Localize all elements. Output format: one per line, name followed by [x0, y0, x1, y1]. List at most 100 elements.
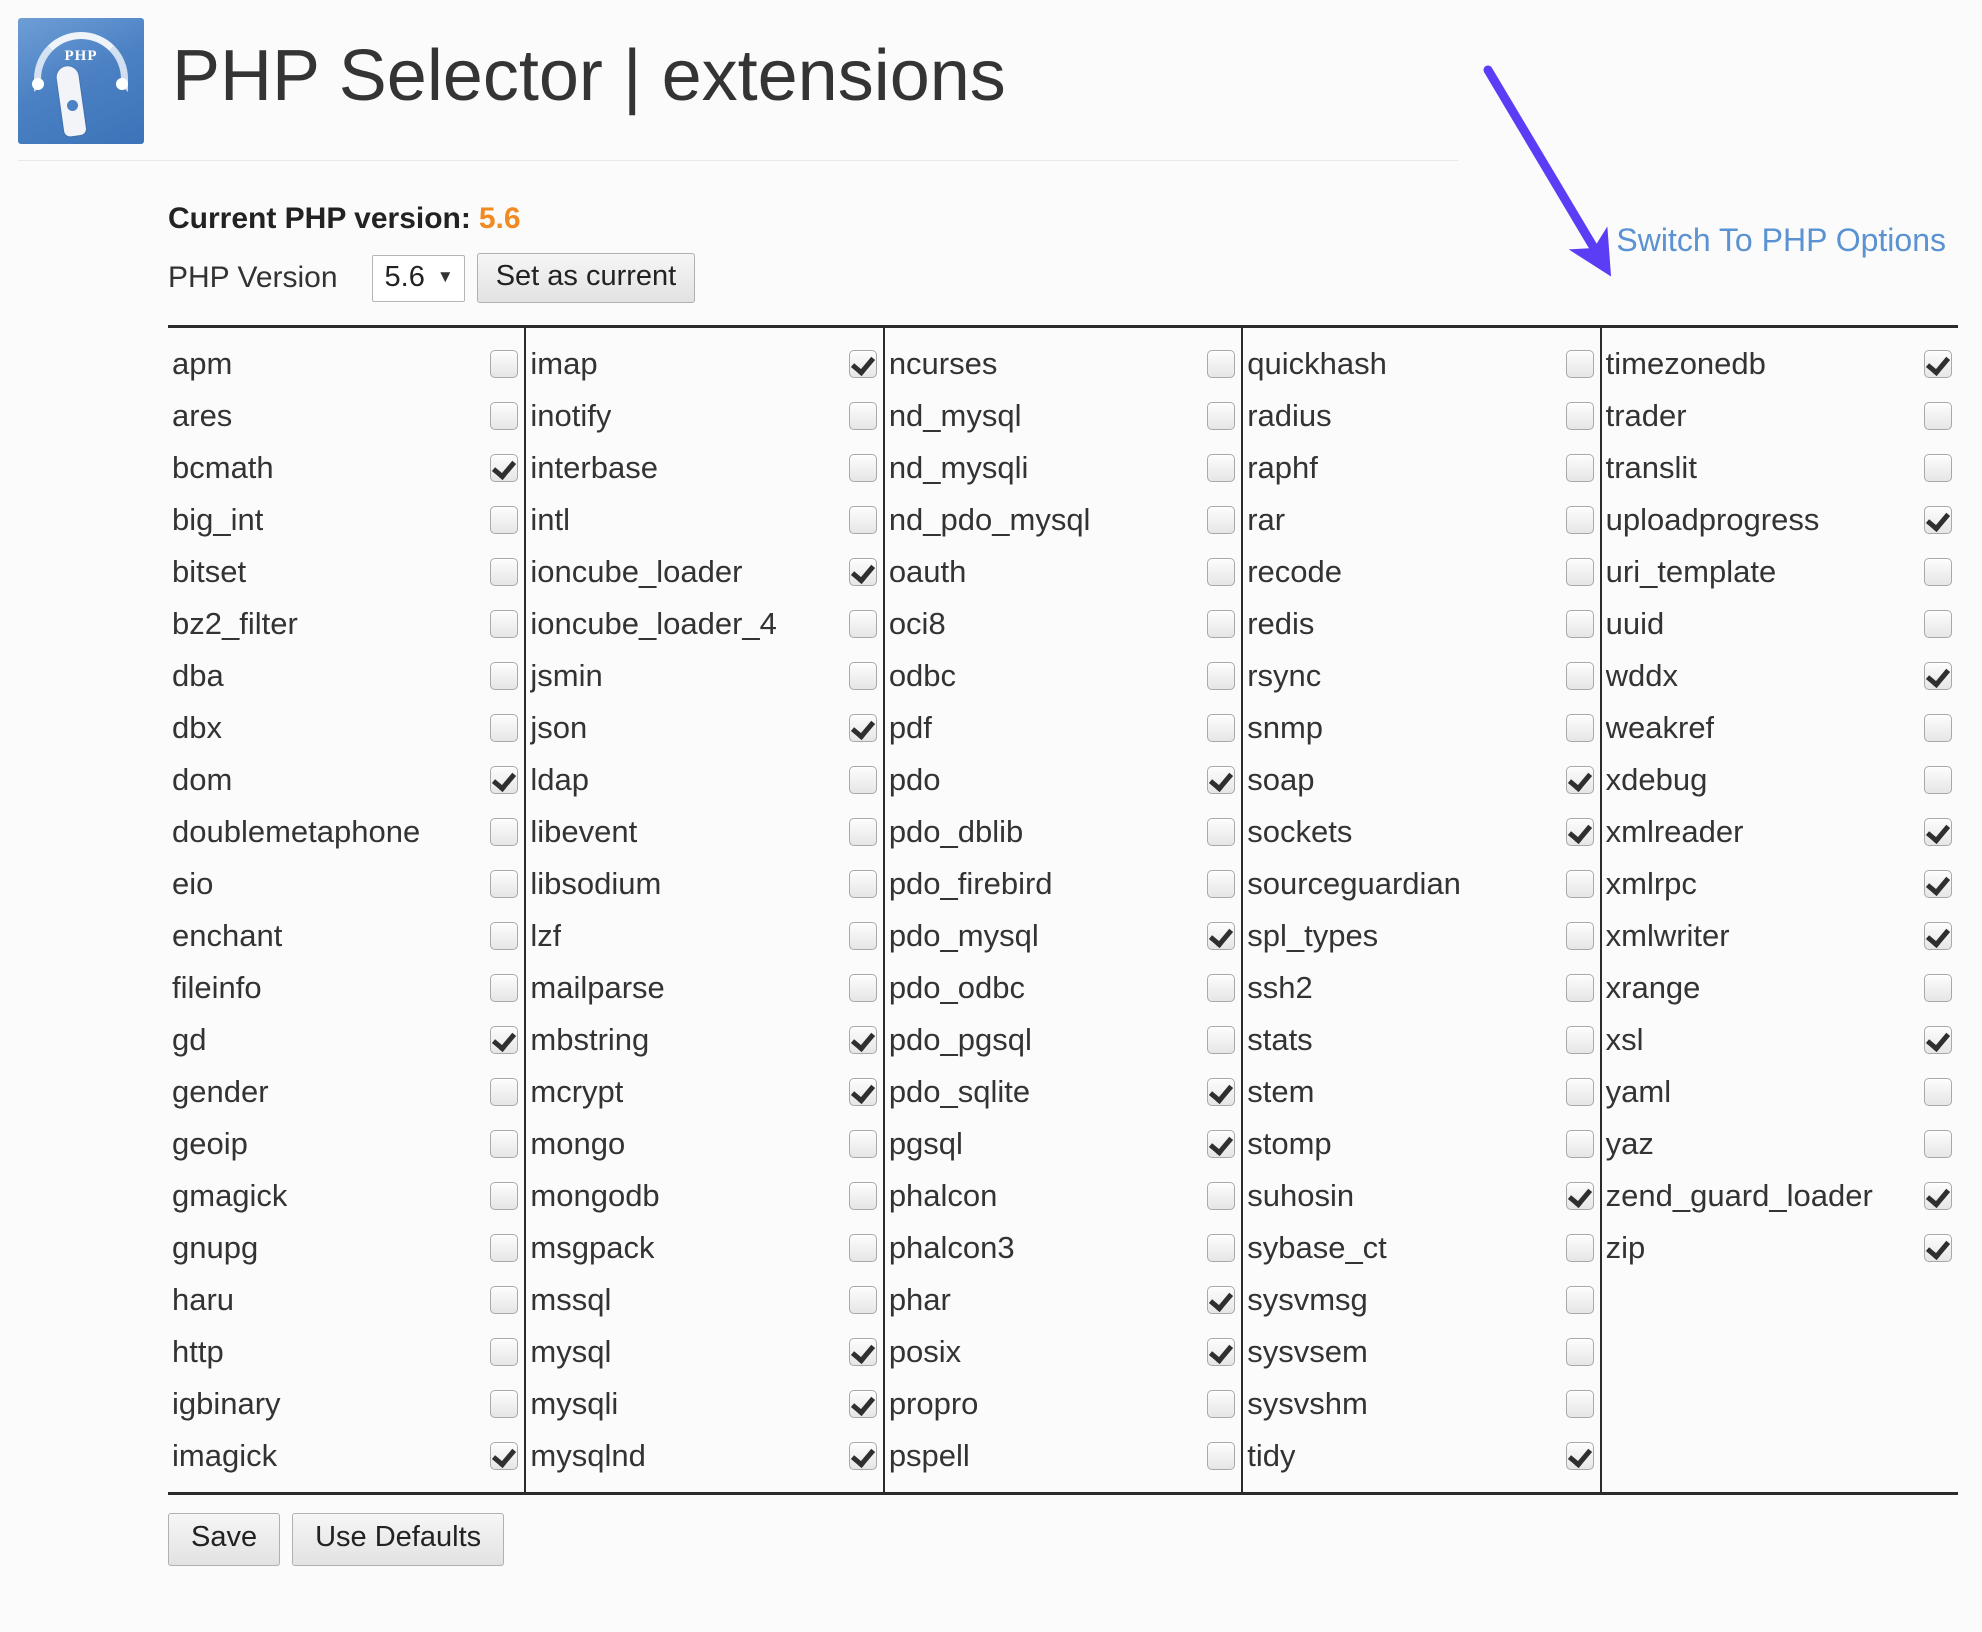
extension-row[interactable]: enchant	[168, 910, 524, 962]
extension-row[interactable]: mssql	[526, 1274, 882, 1326]
extension-checkbox[interactable]	[1565, 662, 1594, 691]
extension-checkbox[interactable]	[1565, 1286, 1594, 1315]
set-as-current-button[interactable]: Set as current	[476, 253, 696, 304]
extension-checkbox-checked[interactable]	[1924, 870, 1953, 899]
extension-row[interactable]: dba	[168, 650, 524, 702]
extension-checkbox[interactable]	[1924, 766, 1953, 795]
extension-checkbox[interactable]	[1565, 1338, 1594, 1367]
extension-checkbox[interactable]	[848, 402, 877, 431]
extension-row[interactable]: pdo	[885, 754, 1241, 806]
extension-checkbox[interactable]	[490, 1182, 519, 1211]
extension-row[interactable]: oauth	[885, 546, 1241, 598]
extension-checkbox[interactable]	[1207, 870, 1236, 899]
extension-checkbox[interactable]	[848, 870, 877, 899]
extension-row[interactable]: xmlrpc	[1602, 858, 1958, 910]
extension-checkbox[interactable]	[1565, 1026, 1594, 1055]
extension-row[interactable]: xsl	[1602, 1014, 1958, 1066]
extension-row[interactable]: ldap	[526, 754, 882, 806]
extension-checkbox[interactable]	[490, 402, 519, 431]
extension-row[interactable]: sysvsem	[1243, 1326, 1599, 1378]
extension-checkbox[interactable]	[848, 1182, 877, 1211]
extension-checkbox[interactable]	[1207, 350, 1236, 379]
extension-checkbox[interactable]	[1565, 454, 1594, 483]
extension-checkbox[interactable]	[1207, 1182, 1236, 1211]
extension-checkbox-checked[interactable]	[848, 1390, 877, 1419]
extension-checkbox[interactable]	[490, 818, 519, 847]
extension-row[interactable]: uploadprogress	[1602, 494, 1958, 546]
extension-checkbox[interactable]	[1924, 1130, 1953, 1159]
extension-row[interactable]: bitset	[168, 546, 524, 598]
extension-checkbox[interactable]	[1565, 558, 1594, 587]
extension-checkbox[interactable]	[1207, 506, 1236, 535]
extension-row[interactable]: zend_guard_loader	[1602, 1170, 1958, 1222]
extension-row[interactable]: dom	[168, 754, 524, 806]
extension-checkbox[interactable]	[1565, 610, 1594, 639]
extension-row[interactable]: uuid	[1602, 598, 1958, 650]
extension-checkbox-checked[interactable]	[1207, 1078, 1236, 1107]
extension-checkbox[interactable]	[490, 714, 519, 743]
extension-checkbox[interactable]	[1924, 974, 1953, 1003]
extension-row[interactable]: weakref	[1602, 702, 1958, 754]
extension-checkbox[interactable]	[848, 1234, 877, 1263]
extension-checkbox-checked[interactable]	[1924, 350, 1953, 379]
extension-checkbox-checked[interactable]	[1924, 1026, 1953, 1055]
extension-checkbox[interactable]	[490, 1078, 519, 1107]
extension-checkbox-checked[interactable]	[848, 558, 877, 587]
extension-row[interactable]: zip	[1602, 1222, 1958, 1274]
extension-row[interactable]: interbase	[526, 442, 882, 494]
extension-row[interactable]: pdo_mysql	[885, 910, 1241, 962]
extension-row[interactable]: gender	[168, 1066, 524, 1118]
extension-row[interactable]: dbx	[168, 702, 524, 754]
extension-checkbox[interactable]	[1207, 974, 1236, 1003]
extension-row[interactable]: pgsql	[885, 1118, 1241, 1170]
extension-checkbox[interactable]	[1565, 1130, 1594, 1159]
extension-row[interactable]: lzf	[526, 910, 882, 962]
extension-row[interactable]: gd	[168, 1014, 524, 1066]
extension-checkbox[interactable]	[848, 974, 877, 1003]
extension-row[interactable]: gnupg	[168, 1222, 524, 1274]
extension-row[interactable]: pdf	[885, 702, 1241, 754]
extension-row[interactable]: ioncube_loader	[526, 546, 882, 598]
extension-row[interactable]: stomp	[1243, 1118, 1599, 1170]
extension-checkbox-checked[interactable]	[490, 1026, 519, 1055]
extension-row[interactable]: fileinfo	[168, 962, 524, 1014]
extension-row[interactable]: yaz	[1602, 1118, 1958, 1170]
extension-row[interactable]: wddx	[1602, 650, 1958, 702]
extension-checkbox[interactable]	[1565, 974, 1594, 1003]
extension-checkbox[interactable]	[490, 350, 519, 379]
extension-row[interactable]: ares	[168, 390, 524, 442]
extension-row[interactable]: mongodb	[526, 1170, 882, 1222]
extension-row[interactable]: pdo_odbc	[885, 962, 1241, 1014]
extension-row[interactable]: pdo_sqlite	[885, 1066, 1241, 1118]
extension-checkbox[interactable]	[490, 1338, 519, 1367]
extension-row[interactable]: big_int	[168, 494, 524, 546]
extension-row[interactable]: gmagick	[168, 1170, 524, 1222]
extension-checkbox[interactable]	[1207, 402, 1236, 431]
extension-checkbox[interactable]	[1207, 610, 1236, 639]
extension-row[interactable]: phar	[885, 1274, 1241, 1326]
extension-checkbox[interactable]	[490, 558, 519, 587]
extension-checkbox[interactable]	[490, 1390, 519, 1419]
extension-row[interactable]: sysvshm	[1243, 1378, 1599, 1430]
extension-checkbox[interactable]	[1207, 1442, 1236, 1471]
extension-checkbox[interactable]	[1207, 714, 1236, 743]
extension-checkbox[interactable]	[1207, 662, 1236, 691]
extension-checkbox[interactable]	[490, 1234, 519, 1263]
extension-checkbox-checked[interactable]	[848, 1026, 877, 1055]
extension-row[interactable]: radius	[1243, 390, 1599, 442]
extension-checkbox[interactable]	[848, 766, 877, 795]
extension-row[interactable]: uri_template	[1602, 546, 1958, 598]
extension-checkbox[interactable]	[848, 922, 877, 951]
extension-row[interactable]: pdo_firebird	[885, 858, 1241, 910]
extension-row[interactable]: mbstring	[526, 1014, 882, 1066]
extension-row[interactable]: recode	[1243, 546, 1599, 598]
extension-row[interactable]: quickhash	[1243, 338, 1599, 390]
extension-checkbox[interactable]	[1565, 922, 1594, 951]
extension-checkbox[interactable]	[1207, 558, 1236, 587]
extension-checkbox[interactable]	[1924, 558, 1953, 587]
extension-checkbox-checked[interactable]	[1924, 662, 1953, 691]
extension-checkbox[interactable]	[1207, 818, 1236, 847]
extension-row[interactable]: jsmin	[526, 650, 882, 702]
extension-checkbox[interactable]	[848, 818, 877, 847]
extension-row[interactable]: phalcon3	[885, 1222, 1241, 1274]
